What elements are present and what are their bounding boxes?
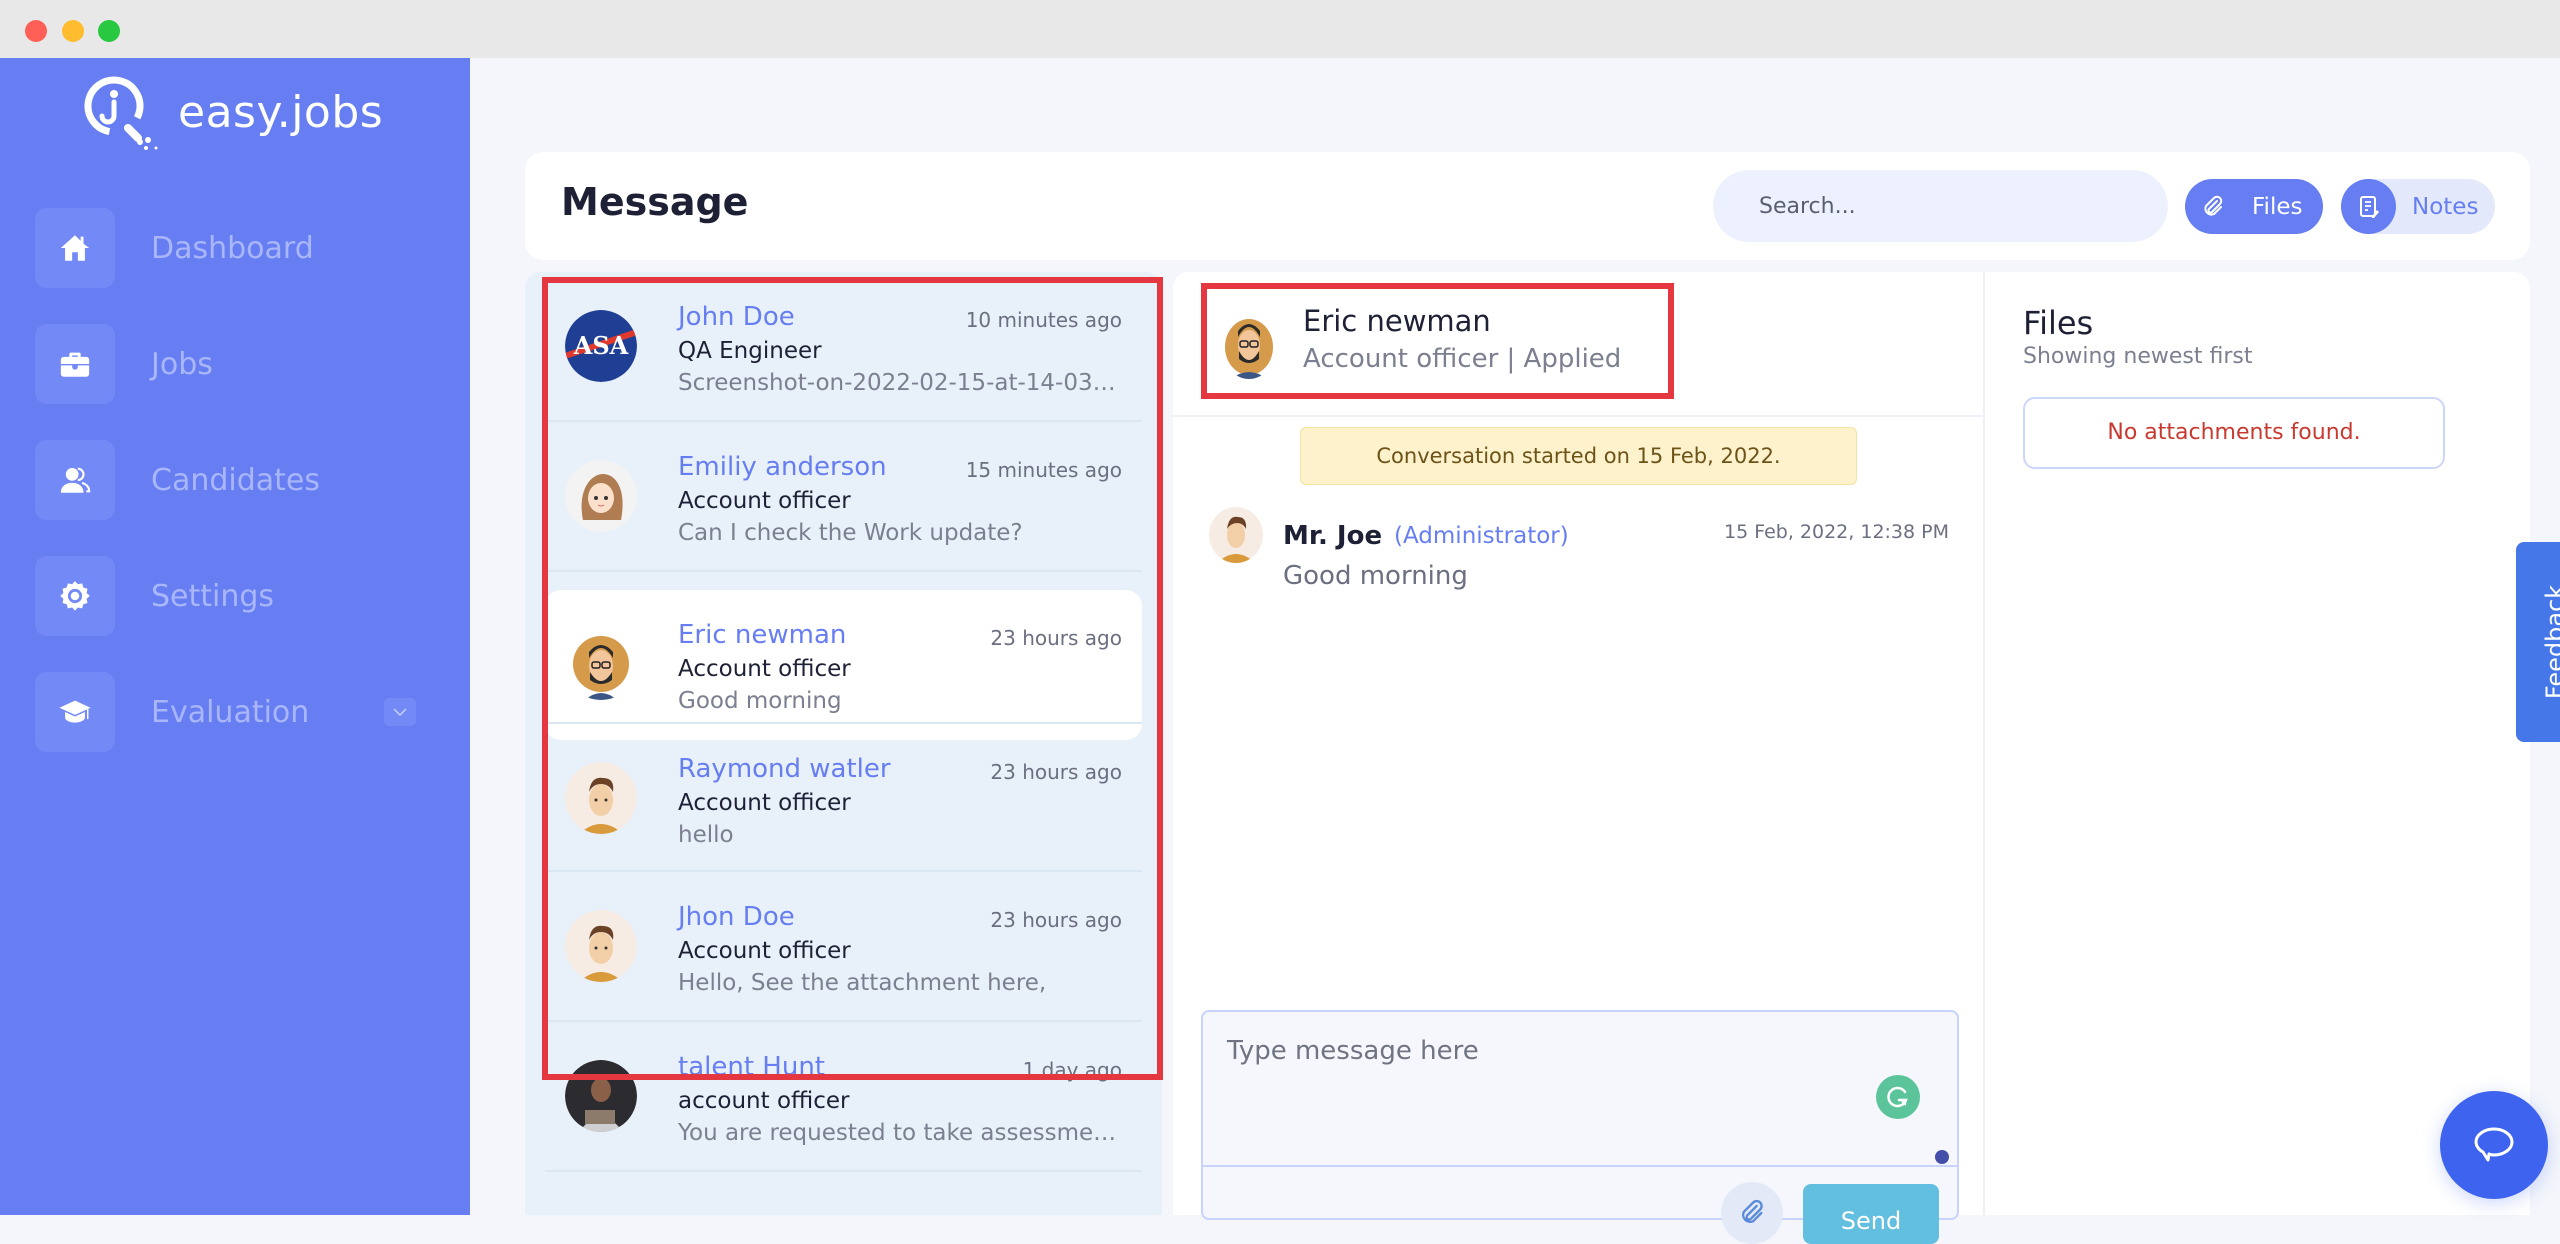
conversation-role: Account officer: [678, 656, 851, 682]
easyjobs-logo-icon: [84, 76, 158, 150]
conversation-role: account officer: [678, 1088, 850, 1114]
conversation-preview: Hello, See the attachment here,: [678, 970, 1047, 996]
sidebar-item-candidates[interactable]: Candidates: [35, 440, 435, 520]
conversation-preview: You are requested to take assessmen...: [678, 1120, 1118, 1146]
sidebar-item-label: Dashboard: [151, 230, 314, 266]
conversation-item[interactable]: Jhon Doe 23 hours ago Account officer He…: [545, 872, 1142, 1022]
conversation-role: Account officer: [678, 790, 851, 816]
files-panel-title: Files: [2023, 304, 2094, 342]
graduation-cap-icon: [35, 672, 115, 752]
sidebar-item-label: Settings: [151, 578, 275, 614]
conversation-item[interactable]: Emiliy anderson 15 minutes ago Account o…: [545, 422, 1142, 572]
conversation-time: 23 hours ago: [990, 760, 1122, 784]
conversation-start-banner: Conversation started on 15 Feb, 2022.: [1300, 427, 1857, 485]
note-edit-icon: [2341, 179, 2396, 234]
conversation-item[interactable]: talent Hunt 1 day ago account officer Yo…: [545, 1022, 1142, 1172]
files-panel: Files Showing newest first No attachment…: [1985, 272, 2530, 1215]
avatar: [565, 628, 637, 700]
conversation-name: Emiliy anderson: [678, 452, 887, 482]
feedback-tab[interactable]: Feedback: [2516, 542, 2560, 742]
status-dot: [1935, 1150, 1949, 1164]
avatar: [565, 460, 637, 532]
message-author-role[interactable]: (Administrator): [1394, 523, 1569, 549]
empty-attachments-message: No attachments found.: [2023, 397, 2445, 469]
avatar: [1209, 507, 1263, 563]
conversation-name: John Doe: [678, 302, 795, 332]
conversation-preview: Screenshot-on-2022-02-15-at-14-03-2...: [678, 370, 1118, 396]
conversation-list[interactable]: ASA John Doe 10 minutes ago QA Engineer …: [525, 272, 1162, 1215]
home-icon: [35, 208, 115, 288]
users-icon: [35, 440, 115, 520]
sidebar-item-label: Candidates: [151, 462, 320, 498]
conversation-name: Eric newman: [678, 620, 847, 650]
briefcase-icon: [35, 324, 115, 404]
notes-button-label: Notes: [2412, 193, 2479, 220]
sidebar-item-jobs[interactable]: Jobs: [35, 324, 435, 404]
contact-name: Eric newman: [1303, 304, 1491, 338]
send-button[interactable]: Send: [1803, 1184, 1939, 1244]
sidebar-item-evaluation[interactable]: Evaluation: [35, 672, 435, 752]
conversation-role: QA Engineer: [678, 338, 822, 364]
message-text: Good morning: [1283, 561, 1468, 591]
maximize-window-button[interactable]: [98, 20, 120, 42]
contact-avatar: [1221, 309, 1277, 379]
conversation-time: 23 hours ago: [990, 626, 1122, 650]
attach-file-button[interactable]: [1721, 1182, 1783, 1244]
avatar: [565, 910, 637, 982]
paperclip-icon: [1742, 1199, 1763, 1223]
message-author: Mr. Joe: [1283, 521, 1383, 551]
support-chat-button[interactable]: [2440, 1091, 2548, 1199]
conversation-preview: Good morning: [678, 688, 842, 714]
conversation-item[interactable]: ASA John Doe 10 minutes ago QA Engineer …: [545, 272, 1142, 422]
avatar: [565, 1060, 637, 1132]
sidebar-item-dashboard[interactable]: Dashboard: [35, 208, 435, 288]
chevron-down-icon[interactable]: [384, 698, 416, 726]
conversation-item[interactable]: Raymond watler 23 hours ago Account offi…: [545, 722, 1142, 872]
grammarly-icon[interactable]: [1876, 1075, 1920, 1119]
minimize-window-button[interactable]: [62, 20, 84, 42]
conversation-preview: hello: [678, 822, 734, 848]
sidebar: easy.jobs Dashboard Jobs Candidates Sett…: [0, 58, 470, 1215]
conversation-preview: Can I check the Work update?: [678, 520, 1023, 546]
close-window-button[interactable]: [25, 20, 47, 42]
contact-subtitle: Account officer | Applied: [1303, 344, 1622, 374]
page-header: Message Files Notes: [525, 152, 2530, 260]
message-timestamp: 15 Feb, 2022, 12:38 PM: [1723, 521, 1949, 543]
gear-icon: [35, 556, 115, 636]
sidebar-item-settings[interactable]: Settings: [35, 556, 435, 636]
conversation-time: 15 minutes ago: [965, 458, 1122, 482]
feedback-label: Feedback: [2541, 584, 2560, 700]
sidebar-item-label: Evaluation: [151, 694, 310, 730]
conversation-name: talent Hunt: [678, 1052, 825, 1082]
svg-text:ASA: ASA: [573, 331, 629, 360]
sidebar-item-label: Jobs: [151, 346, 213, 382]
window-titlebar: [0, 0, 2560, 58]
files-button[interactable]: Files: [2185, 179, 2323, 234]
conversation-time: 1 day ago: [1022, 1058, 1122, 1082]
conversation-time: 10 minutes ago: [965, 308, 1122, 332]
conversation-role: Account officer: [678, 938, 851, 964]
brand-logo[interactable]: easy.jobs: [76, 72, 383, 152]
files-panel-subtitle: Showing newest first: [2023, 344, 2253, 369]
message-composer: Send: [1201, 1010, 1959, 1244]
chat-header: Eric newman Account officer | Applied: [1173, 272, 1983, 417]
chat-panel: Eric newman Account officer | Applied Co…: [1173, 272, 1985, 1244]
brand-name: easy.jobs: [178, 86, 384, 138]
avatar: [565, 762, 637, 834]
avatar: ASA: [565, 310, 637, 382]
message-input[interactable]: [1203, 1012, 1957, 1167]
conversation-name: Raymond watler: [678, 754, 891, 784]
speech-bubble-icon: [2474, 1127, 2514, 1162]
paperclip-icon: [2185, 179, 2240, 234]
conversation-item-active[interactable]: Eric newman 23 hours ago Account officer…: [545, 590, 1142, 740]
page-title: Message: [561, 180, 749, 224]
conversation-time: 23 hours ago: [990, 908, 1122, 932]
conversation-name: Jhon Doe: [678, 902, 795, 932]
files-button-label: Files: [2252, 193, 2303, 220]
search-input[interactable]: [1713, 170, 2168, 242]
notes-button[interactable]: Notes: [2341, 179, 2495, 234]
conversation-role: Account officer: [678, 488, 851, 514]
